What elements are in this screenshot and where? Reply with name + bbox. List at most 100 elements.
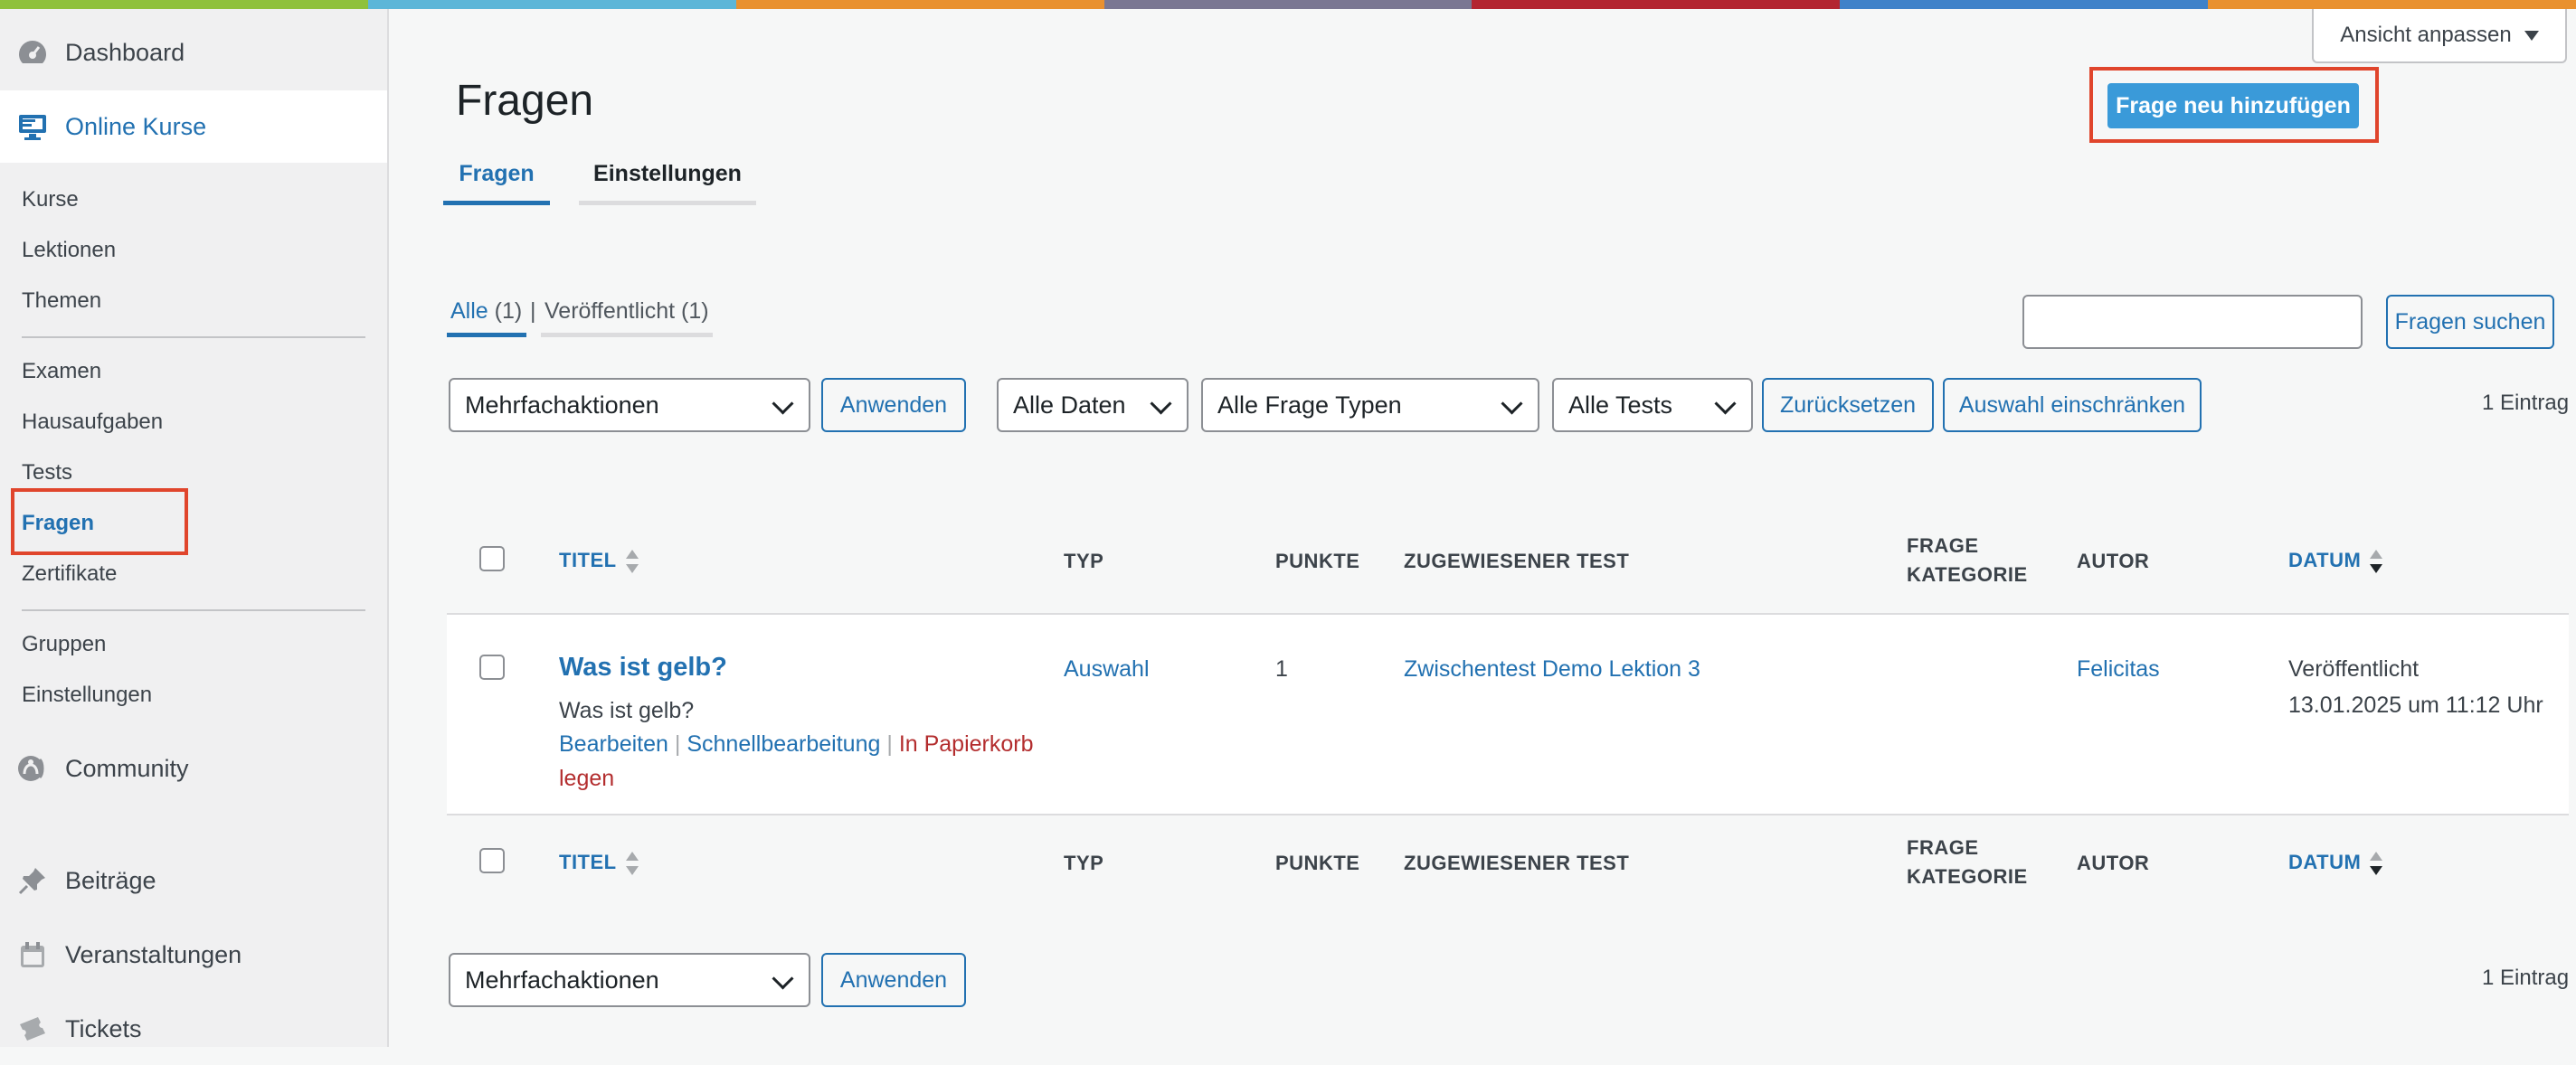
menu-dashboard[interactable]: Dashboard <box>0 16 387 89</box>
sidebar-item-lektionen[interactable]: Lektionen <box>22 232 116 269</box>
search-input[interactable] <box>2022 295 2363 349</box>
chevron-down-icon <box>1150 392 1172 415</box>
monitor-icon <box>16 110 49 143</box>
reset-button[interactable]: Zurücksetzen <box>1762 378 1934 432</box>
view-all[interactable]: Alle (1) <box>450 298 522 325</box>
menu-tickets-label: Tickets <box>65 1014 142 1042</box>
view-published-label: Veröffentlicht <box>545 298 676 324</box>
menu-tickets[interactable]: Tickets <box>0 993 387 1065</box>
stripe-segment <box>1103 0 1473 9</box>
screen-options-label: Ansicht anpassen <box>2340 23 2512 47</box>
view-all-indicator <box>447 333 526 337</box>
chevron-down-icon <box>772 392 794 415</box>
caret-down-icon <box>2524 30 2539 41</box>
row-checkbox[interactable] <box>479 655 505 680</box>
test-filter-value: Alle Tests <box>1568 391 1673 419</box>
highlight-add-button <box>2089 67 2379 143</box>
gauge-icon <box>16 36 49 69</box>
chevron-down-icon <box>1714 392 1737 415</box>
sidebar-item-zertifikate[interactable]: Zertifikate <box>22 556 117 592</box>
sidebar-item-hausaufgaben[interactable]: Hausaufgaben <box>22 404 163 440</box>
chevron-down-icon <box>772 967 794 990</box>
community-icon <box>16 752 49 785</box>
column-category-bottom: FRAGE KATEGORIE <box>1907 834 2028 891</box>
date-filter-value: Alle Daten <box>1013 391 1126 419</box>
menu-veranstaltungen[interactable]: Veranstaltungen <box>0 919 387 991</box>
column-category-line1: FRAGE <box>1907 836 1979 859</box>
row-action-separator: | <box>886 731 893 757</box>
table-header: TITEL TYP PUNKTE ZUGEWIESENER TEST FRAGE… <box>447 514 2569 613</box>
view-published[interactable]: Veröffentlicht (1) <box>545 298 709 325</box>
column-author: AUTOR <box>2077 550 2150 572</box>
column-test: ZUGEWIESENER TEST <box>1404 550 1630 572</box>
apply-button-bottom[interactable]: Anwenden <box>821 953 966 1007</box>
brand-color-stripe <box>0 0 2576 9</box>
menu-community[interactable]: Community <box>0 732 387 805</box>
question-type-filter-select[interactable]: Alle Frage Typen <box>1201 378 1539 432</box>
highlight-fragen-menu <box>11 488 188 555</box>
select-all-checkbox-bottom[interactable] <box>479 848 505 873</box>
date-filter-select[interactable]: Alle Daten <box>997 378 1189 432</box>
pin-icon <box>16 864 49 897</box>
menu-community-label: Community <box>65 754 189 782</box>
row-action-separator: | <box>674 731 681 757</box>
sort-icon <box>625 548 639 575</box>
tab-einstellungen[interactable]: Einstellungen <box>579 152 756 195</box>
screen-options-toggle[interactable]: Ansicht anpassen <box>2312 9 2567 63</box>
column-title[interactable]: TITEL <box>559 548 639 575</box>
column-date[interactable]: DATUM <box>2288 548 2383 575</box>
view-published-indicator <box>541 333 713 337</box>
row-test-link[interactable]: Zwischentest Demo Lektion 3 <box>1404 656 1700 683</box>
table-row: Was ist gelb? Was ist gelb? Bearbeiten |… <box>447 613 2569 815</box>
menu-online-kurse-label: Online Kurse <box>65 112 207 140</box>
column-title-label: TITEL <box>559 850 617 873</box>
menu-beitraege[interactable]: Beiträge <box>0 844 387 917</box>
column-title-bottom[interactable]: TITEL <box>559 850 639 877</box>
quick-edit-link[interactable]: Schnellbearbeitung <box>687 731 880 757</box>
tab-inactive-indicator <box>579 201 756 205</box>
stripe-segment <box>367 0 736 9</box>
calendar-icon <box>16 938 49 971</box>
item-count-top: 1 Eintrag <box>2482 391 2570 415</box>
column-date-bottom[interactable]: DATUM <box>2288 850 2383 877</box>
page-title: Fragen <box>456 77 594 125</box>
row-points: 1 <box>1275 656 1288 682</box>
row-status: Veröffentlicht <box>2288 656 2420 682</box>
row-excerpt: Was ist gelb? <box>559 698 695 723</box>
sidebar-item-gruppen[interactable]: Gruppen <box>22 627 106 663</box>
view-all-count: (1) <box>494 298 523 324</box>
bulk-actions-select[interactable]: Mehrfachaktionen <box>449 378 810 432</box>
tab-fragen[interactable]: Fragen <box>443 152 550 195</box>
test-filter-select[interactable]: Alle Tests <box>1552 378 1753 432</box>
menu-online-kurse[interactable]: Online Kurse <box>0 90 387 163</box>
row-author-link[interactable]: Felicitas <box>2077 656 2160 683</box>
column-date-label: DATUM <box>2288 548 2362 571</box>
column-title-label: TITEL <box>559 548 617 571</box>
chevron-down-icon <box>1501 392 1523 415</box>
column-category-line1: FRAGE <box>1907 534 1979 557</box>
stripe-segment <box>1840 0 2209 9</box>
questions-table: TITEL TYP PUNKTE ZUGEWIESENER TEST FRAGE… <box>447 514 2569 906</box>
edit-link[interactable]: Bearbeiten <box>559 731 668 757</box>
sidebar-item-einstellungen[interactable]: Einstellungen <box>22 677 152 713</box>
sidebar-divider <box>22 336 365 338</box>
sidebar-item-kurse[interactable]: Kurse <box>22 182 79 218</box>
column-points: PUNKTE <box>1275 550 1360 572</box>
sidebar-item-examen[interactable]: Examen <box>22 353 101 390</box>
row-title-link[interactable]: Was ist gelb? <box>559 653 727 683</box>
row-type-link[interactable]: Auswahl <box>1064 656 1150 683</box>
view-all-label: Alle <box>450 298 488 324</box>
select-all-checkbox[interactable] <box>479 546 505 571</box>
sidebar-item-themen[interactable]: Themen <box>22 283 101 319</box>
column-author-bottom: AUTOR <box>2077 852 2150 874</box>
row-actions: Bearbeiten | Schnellbearbeitung | In Pap… <box>559 727 1038 796</box>
apply-button[interactable]: Anwenden <box>821 378 966 432</box>
bulk-actions-select-bottom[interactable]: Mehrfachaktionen <box>449 953 810 1007</box>
column-test-bottom: ZUGEWIESENER TEST <box>1404 852 1630 874</box>
filter-button[interactable]: Auswahl einschränken <box>1943 378 2202 432</box>
sidebar-item-tests[interactable]: Tests <box>22 455 72 491</box>
search-button[interactable]: Fragen suchen <box>2386 295 2554 349</box>
column-category: FRAGE KATEGORIE <box>1907 532 2028 589</box>
column-date-label: DATUM <box>2288 850 2362 873</box>
menu-beitraege-label: Beiträge <box>65 866 156 894</box>
